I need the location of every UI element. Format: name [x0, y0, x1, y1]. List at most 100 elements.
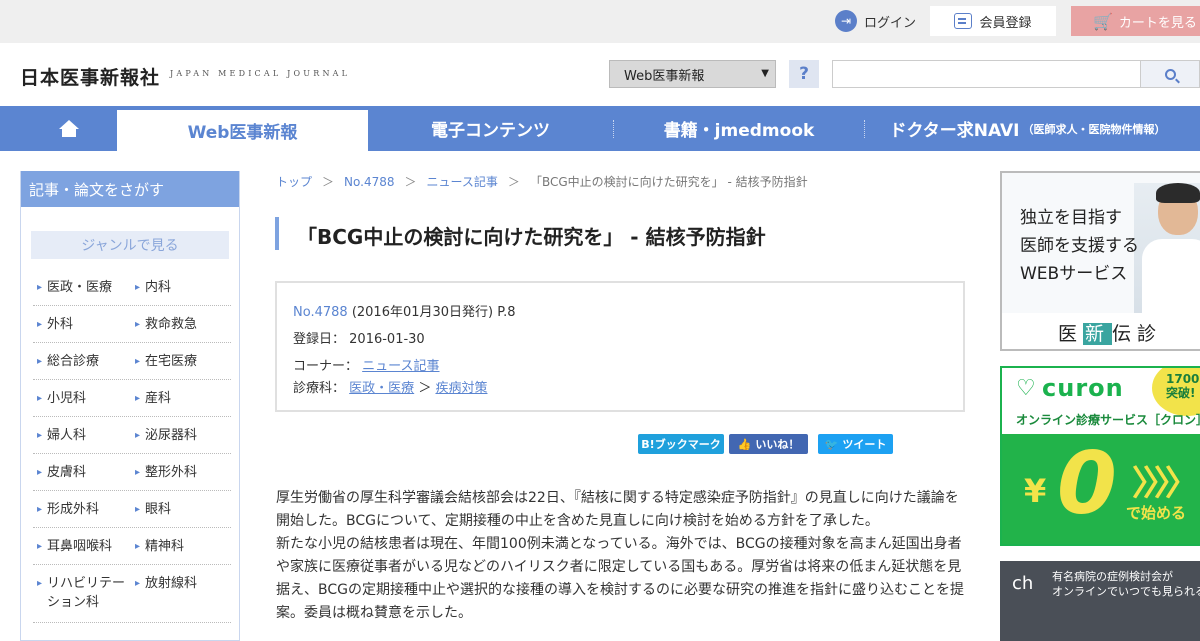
login-link[interactable]: ⇥ ログイン: [835, 10, 916, 32]
divider: [33, 342, 231, 343]
ishin-logo: 医新伝診: [1058, 319, 1162, 346]
home-icon: [58, 120, 79, 137]
corner-link[interactable]: ニュース記事: [362, 359, 439, 374]
divider: [33, 490, 231, 491]
site-logo[interactable]: 日本医事新報社: [20, 63, 160, 90]
tab-books[interactable]: 書籍・jmedmook: [614, 106, 864, 151]
logo-char: 医: [1058, 323, 1084, 345]
issue-link[interactable]: No.4788: [293, 305, 348, 320]
tab-label: 電子コンテンツ: [431, 121, 550, 141]
badge-count: 1700: [1166, 372, 1200, 386]
article-info-box: No.4788 (2016年01月30日発行) P.8 登録日： 2016-01…: [275, 281, 965, 412]
register-icon: [954, 13, 973, 29]
divider: [33, 305, 231, 306]
sidebar: 記事・論文をさがす ジャンルで見る 医政・医療 内科 外科 救命救急 総合診療 …: [20, 171, 240, 641]
genre-item[interactable]: 総合診療: [37, 352, 99, 371]
title-accent: [275, 217, 279, 250]
login-icon: ⇥: [835, 10, 857, 32]
search-button[interactable]: [1141, 60, 1200, 88]
article-paragraph: 厚生労働省の厚生科学審議会結核部会は22日、『結核に関する特定感染症予防指針』の…: [276, 490, 959, 529]
main-nav: Web医事新報 電子コンテンツ 書籍・jmedmook ドクター求NAVI （医…: [0, 106, 1200, 151]
tweet-button[interactable]: 🐦 ツイート: [818, 434, 893, 454]
department-link[interactable]: 医政・医療: [349, 381, 414, 396]
tab-label: ドクター求NAVI: [889, 121, 1020, 141]
register-button[interactable]: 会員登録: [930, 6, 1056, 36]
article-body: 厚生労働省の厚生科学審議会結核部会は22日、『結核に関する特定感染症予防指針』の…: [276, 487, 966, 625]
logo-char: 伝診: [1112, 323, 1163, 345]
heart-icon: ♡: [1016, 376, 1036, 401]
genre-item[interactable]: 内科: [135, 278, 171, 297]
banner-text: 有名病院の症例検討会が オンラインでいつでも見られる: [1052, 569, 1200, 599]
help-button[interactable]: ?: [789, 60, 819, 88]
ch-logo: ch: [1012, 573, 1034, 594]
site-logo-subtitle: JAPAN MEDICAL JOURNAL: [170, 69, 351, 78]
genre-item[interactable]: 産科: [135, 389, 171, 408]
ad-banner-ishin[interactable]: 独立を目指す 医師を支援する WEBサービス 医新伝診: [1000, 171, 1200, 351]
article-paragraph: 新たな小児の結核患者は現在、年間100例未満となっている。海外では、BCGの接種…: [276, 536, 964, 621]
chevrons-icon: 〉〉〉〉: [1132, 464, 1199, 504]
yen-symbol: ¥: [1024, 472, 1047, 510]
issue-detail: (2016年01月30日発行) P.8: [351, 305, 516, 320]
facebook-like-label: いいね！: [755, 438, 800, 451]
genre-item[interactable]: 医政・医療: [37, 278, 112, 297]
divider: [33, 527, 231, 528]
thumbs-up-icon: 👍: [737, 437, 752, 451]
curon-subtitle: オンライン診療サービス［クロン］: [1016, 413, 1200, 427]
genre-item[interactable]: 耳鼻咽喉科: [37, 537, 112, 556]
zero-price: 0: [1057, 434, 1117, 534]
breadcrumb: トップ ＞ No.4788 ＞ ニュース記事 ＞ 「BCG中止の検討に向けた研究を」 - 結…: [276, 173, 808, 190]
banner-text: 医師を支援する: [1020, 236, 1139, 256]
genre-item[interactable]: 婦人科: [37, 426, 86, 445]
register-label: 会員登録: [979, 15, 1032, 31]
genre-item[interactable]: 在宅医療: [135, 352, 197, 371]
hatena-bookmark-button[interactable]: B!ブックマーク: [638, 434, 724, 454]
tab-e-contents[interactable]: 電子コンテンツ: [368, 106, 613, 151]
banner-line: 有名病院の症例検討会が: [1052, 570, 1173, 583]
genre-item[interactable]: 精神科: [135, 537, 184, 556]
breadcrumb-separator: ＞: [507, 175, 520, 189]
start-text: で始める: [1126, 504, 1187, 522]
tab-web-ijishinpo[interactable]: Web医事新報: [117, 110, 368, 151]
twitter-bird-icon: 🐦: [824, 437, 839, 451]
tab-sublabel: （医師求人・医院物件情報）: [1022, 122, 1166, 136]
genre-item[interactable]: 皮膚科: [37, 463, 86, 482]
ad-banner-case-conference[interactable]: ch 有名病院の症例検討会が オンラインでいつでも見られる: [1000, 561, 1200, 641]
genre-item[interactable]: リハビリテーション科: [37, 574, 129, 612]
genre-item[interactable]: 放射線科: [135, 574, 197, 593]
login-label: ログイン: [864, 15, 917, 31]
issue-line: No.4788 (2016年01月30日発行) P.8: [293, 301, 515, 320]
banner-text: WEBサービス: [1020, 264, 1128, 284]
department-sub-link[interactable]: 疾病対策: [435, 381, 487, 396]
registered-line: 登録日： 2016-01-30: [293, 328, 425, 347]
sidebar-heading: 記事・論文をさがす: [21, 171, 239, 207]
breadcrumb-separator: ＞: [404, 175, 417, 189]
genre-item[interactable]: 救命救急: [135, 315, 197, 334]
genre-item[interactable]: 小児科: [37, 389, 86, 408]
search-icon: [1164, 68, 1176, 80]
genre-item[interactable]: 整形外科: [135, 463, 197, 482]
divider: [33, 622, 231, 623]
breadcrumb-item[interactable]: トップ: [276, 175, 312, 189]
genre-item[interactable]: 泌尿器科: [135, 426, 197, 445]
search-input[interactable]: [832, 60, 1141, 88]
department-line: 診療科： 医政・医療 ＞ 疾病対策: [293, 377, 487, 396]
badge-text: 突破!: [1166, 386, 1196, 400]
facebook-like-button[interactable]: 👍 いいね！: [729, 434, 808, 454]
cart-button[interactable]: 🛒 カートを見る: [1071, 6, 1200, 36]
nav-home[interactable]: [20, 106, 117, 151]
tab-doctor-navi[interactable]: ドクター求NAVI （医師求人・医院物件情報）: [865, 106, 1190, 151]
genre-item[interactable]: 眼科: [135, 500, 171, 519]
genre-item[interactable]: 形成外科: [37, 500, 99, 519]
genre-item[interactable]: 外科: [37, 315, 73, 334]
divider: [33, 416, 231, 417]
banner-text: 独立を目指す: [1020, 208, 1122, 228]
banner-line: オンラインでいつでも見られる: [1052, 585, 1200, 598]
ad-banner-curon[interactable]: ♡ curon 1700 突破! オンライン診療サービス［クロン］ ¥ 0 〉〉…: [1000, 366, 1200, 546]
breadcrumb-item[interactable]: No.4788: [344, 175, 394, 189]
genre-browse-button[interactable]: ジャンルで見る: [31, 231, 229, 259]
doctor-hair: [1156, 183, 1200, 203]
search-scope-select[interactable]: Web医事新報 ▼: [609, 60, 776, 88]
breadcrumb-current: 「BCG中止の検討に向けた研究を」 - 結核予防指針: [529, 175, 808, 189]
breadcrumb-item[interactable]: ニュース記事: [427, 175, 498, 189]
corner-label: コーナー：: [293, 359, 359, 374]
